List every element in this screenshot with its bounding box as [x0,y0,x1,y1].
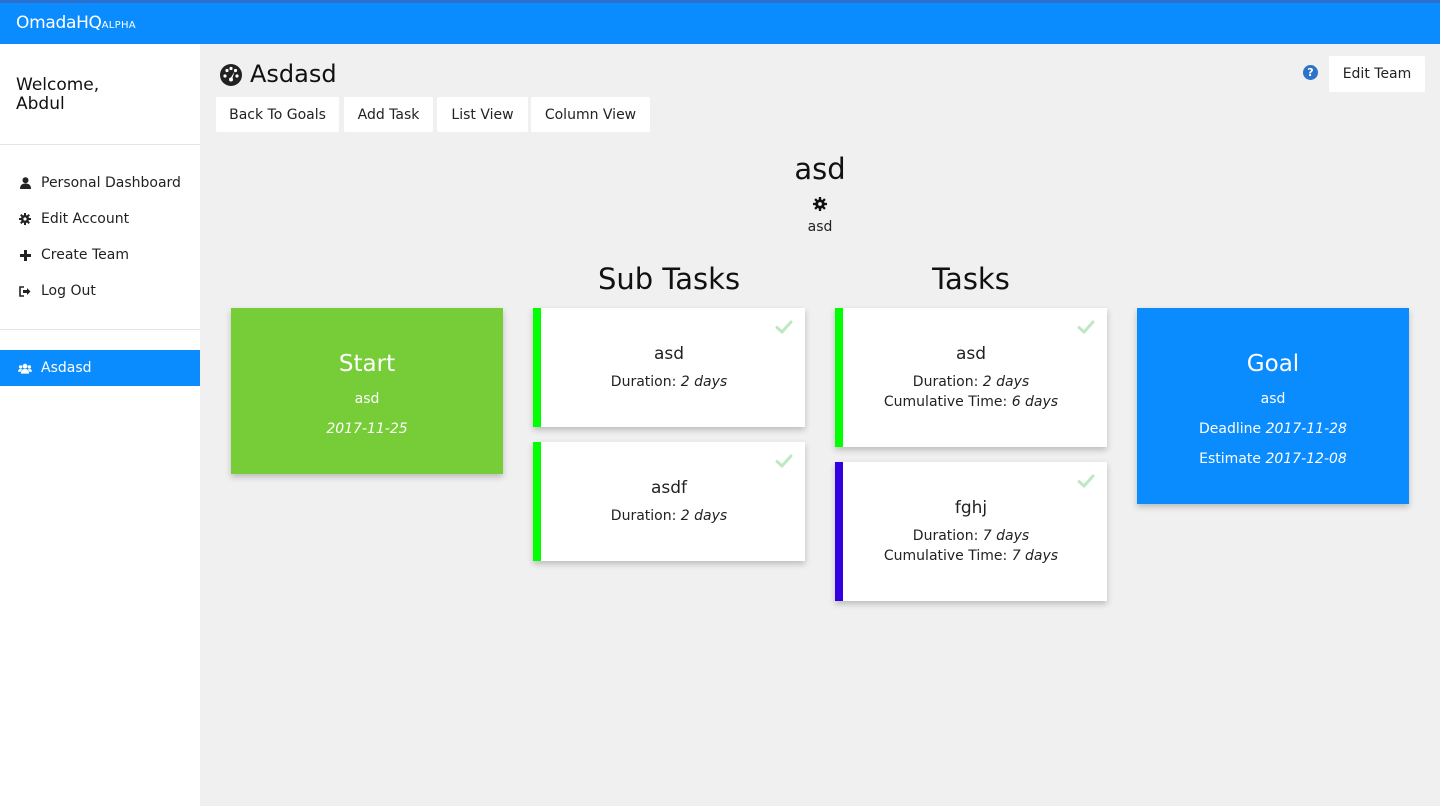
dashboard-icon [219,62,243,86]
welcome-greeting: Welcome, [16,75,100,95]
gear-icon [18,213,32,225]
task-cumulative-time: Cumulative Time: 7 days [835,548,1107,564]
goal-card-title: Goal [1246,351,1300,377]
check-icon [1077,318,1095,336]
deadline-value: 2017-11-28 [1265,421,1347,437]
task-name: asd [955,344,987,364]
sidebar-item-log-out[interactable]: Log Out [0,273,200,309]
user-icon [18,177,32,189]
subtask-status-bar [533,308,541,427]
back-to-goals-button[interactable]: Back To Goals [216,97,339,132]
subtask-duration: Duration: 2 days [533,508,805,524]
estimate-value: 2017-12-08 [1265,451,1347,467]
welcome-message: Welcome, Abdul [16,76,99,114]
page-title-text: Asdasd [250,60,337,88]
edit-team-button[interactable]: Edit Team [1329,56,1425,92]
sidebar-item-label: Personal Dashboard [41,175,181,191]
sidebar-divider [0,329,200,330]
task-card[interactable]: fghj Duration: 7 days Cumulative Time: 7… [835,462,1107,601]
brand-tag: ALPHA [101,20,136,31]
gear-icon[interactable] [813,196,827,211]
check-icon [775,452,793,470]
users-icon [18,363,32,374]
start-card-date: 2017-11-25 [326,421,408,437]
goal-card-estimate: Estimate 2017-12-08 [1137,451,1409,467]
sidebar-item-create-team[interactable]: Create Team [0,237,200,273]
tasks-column-title: Tasks [932,262,1010,296]
sidebar-divider [0,144,200,145]
sidebar-item-team-asdasd[interactable]: Asdasd [0,350,200,386]
subtask-name: asdf [650,478,688,498]
list-view-button[interactable]: List View [437,97,528,132]
duration-label: Duration: [610,508,677,524]
duration-value: 2 days [680,508,728,524]
plus-icon [18,249,32,261]
sidebar-item-personal-dashboard[interactable]: Personal Dashboard [0,165,200,201]
brand-logo[interactable]: OmadaHQALPHA [16,13,136,33]
start-card-description: asd [354,391,380,407]
duration-value: 2 days [680,374,728,390]
duration-label: Duration: [912,528,979,544]
page-title: Asdasd [219,60,337,88]
start-card[interactable]: Start asd 2017-11-25 [231,308,503,474]
sidebar-item-label: Asdasd [41,360,92,376]
start-card-title: Start [338,351,396,377]
subtask-status-bar [533,442,541,561]
sidebar-item-label: Log Out [41,283,96,299]
task-duration: Duration: 2 days [835,374,1107,390]
goal-card-deadline: Deadline 2017-11-28 [1137,421,1409,437]
deadline-label: Deadline [1199,421,1262,437]
question-circle-icon[interactable]: ? [1303,65,1318,80]
subtask-name: asd [653,344,685,364]
column-view-button[interactable]: Column View [531,97,650,132]
top-navbar: OmadaHQALPHA [0,0,1440,44]
goal-name: asd [794,152,846,186]
cumulative-label: Cumulative Time: [883,394,1008,410]
task-card[interactable]: asd Duration: 2 days Cumulative Time: 6 … [835,308,1107,447]
task-name: fghj [954,498,988,518]
welcome-user-name: Abdul [16,94,65,114]
sidebar-item-label: Create Team [41,247,129,263]
subtask-duration: Duration: 2 days [533,374,805,390]
sidebar-item-edit-account[interactable]: Edit Account [0,201,200,237]
sidebar-item-label: Edit Account [41,211,130,227]
duration-label: Duration: [912,374,979,390]
estimate-label: Estimate [1199,451,1261,467]
check-icon [1077,472,1095,490]
subtasks-column-title: Sub Tasks [597,262,741,296]
brand-name: OmadaHQ [16,13,102,33]
sidebar: Welcome, Abdul Personal Dashboard Edit A… [0,44,200,806]
cumulative-value: 6 days [1011,394,1059,410]
add-task-button[interactable]: Add Task [344,97,433,132]
subtask-card[interactable]: asd Duration: 2 days [533,308,805,427]
cumulative-label: Cumulative Time: [883,548,1008,564]
cumulative-value: 7 days [1011,548,1059,564]
goal-description: asd [807,219,833,235]
duration-value: 7 days [982,528,1030,544]
goal-card[interactable]: Goal asd Deadline 2017-11-28 Estimate 20… [1137,308,1409,504]
check-icon [775,318,793,336]
duration-label: Duration: [610,374,677,390]
subtask-card[interactable]: asdf Duration: 2 days [533,442,805,561]
duration-value: 2 days [982,374,1030,390]
sign-out-icon [18,285,32,297]
task-cumulative-time: Cumulative Time: 6 days [835,394,1107,410]
goal-card-description: asd [1260,391,1286,407]
task-duration: Duration: 7 days [835,528,1107,544]
